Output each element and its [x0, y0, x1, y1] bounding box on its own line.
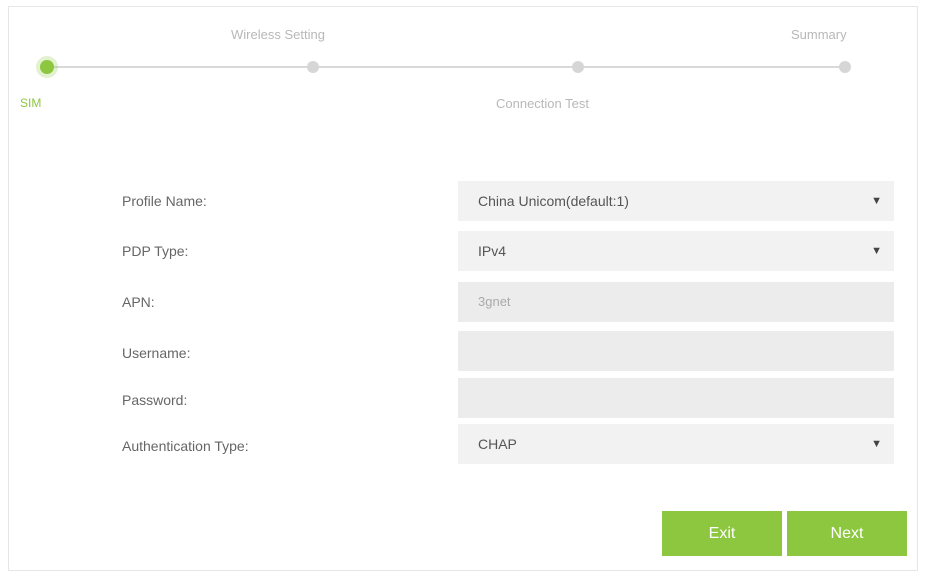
next-button[interactable]: Next [787, 511, 907, 556]
apn-label: APN: [122, 294, 155, 310]
pdp-type-value: IPv4 [478, 243, 507, 259]
pdp-type-label: PDP Type: [122, 243, 189, 259]
step-label-wireless-setting: Wireless Setting [231, 27, 325, 42]
step-dot-wireless-setting [307, 61, 319, 73]
authentication-type-label: Authentication Type: [122, 438, 249, 454]
caret-down-icon: ▼ [871, 438, 882, 450]
step-label-connection-test: Connection Test [496, 96, 589, 111]
username-label: Username: [122, 345, 191, 361]
apn-value: 3gnet [478, 294, 511, 309]
step-dot-sim [40, 60, 54, 74]
profile-name-value: China Unicom(default:1) [478, 193, 629, 209]
step-label-sim: SIM [20, 96, 42, 110]
profile-name-label: Profile Name: [122, 193, 207, 209]
authentication-type-value: CHAP [478, 436, 517, 452]
password-input[interactable] [458, 378, 894, 418]
apn-input[interactable]: 3gnet [458, 282, 894, 322]
step-label-summary: Summary [791, 27, 847, 42]
pdp-type-select[interactable]: IPv4 ▼ [458, 231, 894, 271]
step-dot-connection-test [572, 61, 584, 73]
password-label: Password: [122, 392, 188, 408]
caret-down-icon: ▼ [871, 245, 882, 257]
username-input[interactable] [458, 331, 894, 371]
exit-button[interactable]: Exit [662, 511, 782, 556]
stepper-track [46, 66, 846, 68]
caret-down-icon: ▼ [871, 195, 882, 207]
step-dot-summary [839, 61, 851, 73]
profile-name-select[interactable]: China Unicom(default:1) ▼ [458, 181, 894, 221]
authentication-type-select[interactable]: CHAP ▼ [458, 424, 894, 464]
